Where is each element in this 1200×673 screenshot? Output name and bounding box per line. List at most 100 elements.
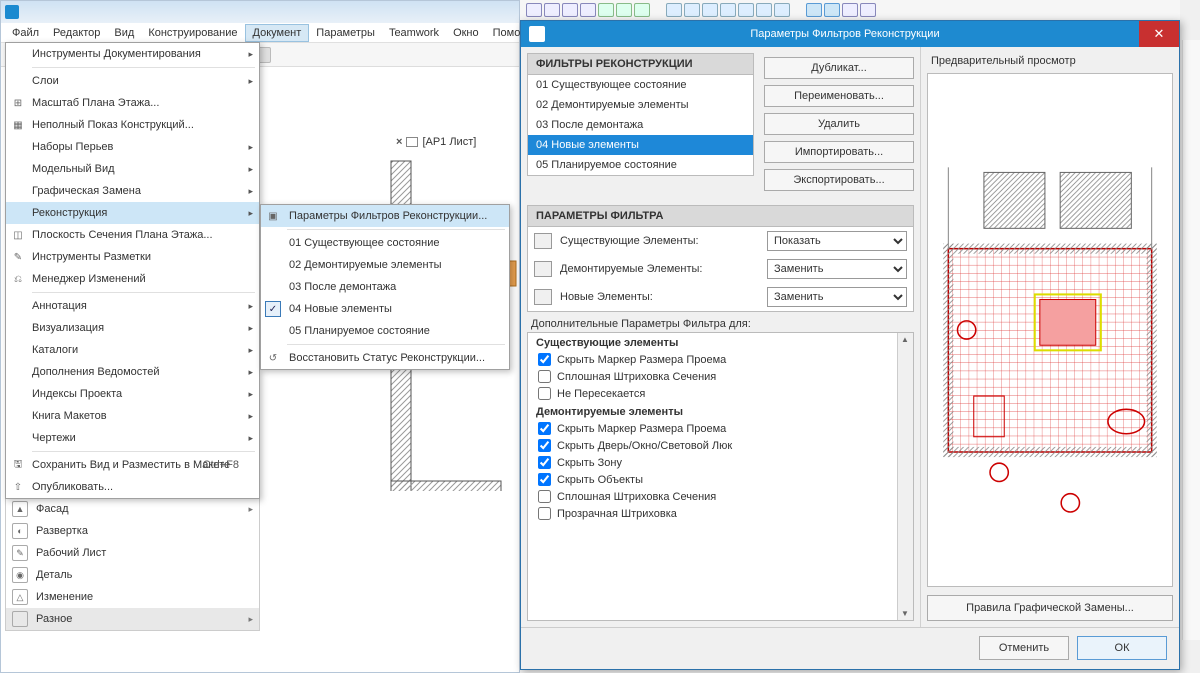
- menu-item[interactable]: Визуализация: [6, 317, 259, 339]
- menu-редактор[interactable]: Редактор: [46, 25, 107, 41]
- menu-окно[interactable]: Окно: [446, 25, 486, 41]
- check-row[interactable]: Скрыть Маркер Размера Проема: [528, 420, 913, 437]
- menu-документ[interactable]: Документ: [245, 24, 310, 42]
- menu-item[interactable]: ⇧Опубликовать...: [6, 476, 259, 498]
- menu-item[interactable]: Каталоги: [6, 339, 259, 361]
- menu-teamwork[interactable]: Teamwork: [382, 25, 446, 41]
- checkbox[interactable]: [538, 353, 551, 366]
- param-select[interactable]: Заменить: [767, 259, 907, 279]
- checkbox[interactable]: [538, 422, 551, 435]
- filter-action-button[interactable]: Удалить: [764, 113, 914, 135]
- cancel-button[interactable]: Отменить: [979, 636, 1069, 660]
- submenu-item[interactable]: 01 Существующее состояние: [261, 232, 509, 254]
- tool-icon[interactable]: [720, 3, 736, 17]
- tool-icon[interactable]: [702, 3, 718, 17]
- filter-row[interactable]: 05 Планируемое состояние: [528, 155, 753, 175]
- tool-icon[interactable]: [598, 3, 614, 17]
- tool-icon[interactable]: [544, 3, 560, 17]
- submenu-item[interactable]: 05 Планируемое состояние: [261, 320, 509, 342]
- check-list[interactable]: Существующие элементыСкрыть Маркер Разме…: [527, 332, 914, 621]
- filter-row[interactable]: 01 Существующее состояние: [528, 75, 753, 95]
- filter-action-button[interactable]: Импортировать...: [764, 141, 914, 163]
- menu-item[interactable]: ◫Плоскость Сечения Плана Этажа...: [6, 224, 259, 246]
- nav-item[interactable]: Разное▸: [6, 608, 259, 630]
- menu-item[interactable]: Графическая Замена: [6, 180, 259, 202]
- checkbox[interactable]: [538, 456, 551, 469]
- check-row[interactable]: Скрыть Дверь/Окно/Световой Люк: [528, 437, 913, 454]
- tool-icon[interactable]: [806, 3, 822, 17]
- submenu-item[interactable]: ↺Восстановить Статус Реконструкции...: [261, 347, 509, 369]
- submenu-item[interactable]: ▣Параметры Фильтров Реконструкции...: [261, 205, 509, 227]
- menu-конструирование[interactable]: Конструирование: [141, 25, 244, 41]
- menu-item[interactable]: ⊞Масштаб Плана Этажа...: [6, 92, 259, 114]
- submenu-item[interactable]: ✓04 Новые элементы: [261, 298, 509, 320]
- document-menu[interactable]: Инструменты Документирования Слои⊞Масштаб…: [5, 42, 260, 499]
- check-row[interactable]: Сплошная Штриховка Сечения: [528, 488, 913, 505]
- tool-icon[interactable]: [562, 3, 578, 17]
- nav-item[interactable]: ✎Рабочий Лист: [6, 542, 259, 564]
- menu-item[interactable]: Модельный Вид: [6, 158, 259, 180]
- menu-item[interactable]: Дополнения Ведомостей: [6, 361, 259, 383]
- checkbox[interactable]: [538, 490, 551, 503]
- checkbox[interactable]: [538, 439, 551, 452]
- menu-item[interactable]: Книга Макетов: [6, 405, 259, 427]
- tool-icon[interactable]: [756, 3, 772, 17]
- filter-list[interactable]: 01 Существующее состояние02 Демонтируемы…: [527, 75, 754, 176]
- filter-action-button[interactable]: Дубликат...: [764, 57, 914, 79]
- param-select[interactable]: Показать: [767, 231, 907, 251]
- checkbox[interactable]: [538, 387, 551, 400]
- menu-item[interactable]: Аннотация: [6, 295, 259, 317]
- tool-icon[interactable]: [824, 3, 840, 17]
- submenu-item[interactable]: 02 Демонтируемые элементы: [261, 254, 509, 276]
- ok-button[interactable]: ОК: [1077, 636, 1167, 660]
- filter-row[interactable]: 03 После демонтажа: [528, 115, 753, 135]
- param-select[interactable]: Заменить: [767, 287, 907, 307]
- menu-вид[interactable]: Вид: [107, 25, 141, 41]
- tool-icon[interactable]: [684, 3, 700, 17]
- filter-action-button[interactable]: Экспортировать...: [764, 169, 914, 191]
- tool-icon[interactable]: [526, 3, 542, 17]
- filter-row[interactable]: 02 Демонтируемые элементы: [528, 95, 753, 115]
- checkbox[interactable]: [538, 473, 551, 486]
- checkbox[interactable]: [538, 370, 551, 383]
- filter-row[interactable]: 04 Новые элементы: [528, 135, 753, 155]
- menu-item[interactable]: Слои: [6, 70, 259, 92]
- check-row[interactable]: Скрыть Объекты: [528, 471, 913, 488]
- checkbox[interactable]: [538, 507, 551, 520]
- close-button[interactable]: ✕: [1139, 21, 1179, 47]
- menu-параметры[interactable]: Параметры: [309, 25, 382, 41]
- menu-item[interactable]: ⎌Менеджер Изменений: [6, 268, 259, 290]
- check-row[interactable]: Скрыть Маркер Размера Проема: [528, 351, 913, 368]
- rules-button[interactable]: Правила Графической Замены...: [927, 595, 1173, 621]
- menu-item[interactable]: Чертежи: [6, 427, 259, 449]
- nav-item[interactable]: ▲Фасад▸: [6, 498, 259, 520]
- tool-icon[interactable]: [616, 3, 632, 17]
- menu-item[interactable]: 🖫Сохранить Вид и Разместить в МакетеCtrl…: [6, 454, 259, 476]
- menu-item[interactable]: Индексы Проекта: [6, 383, 259, 405]
- check-row[interactable]: Скрыть Зону: [528, 454, 913, 471]
- menu-item[interactable]: ▦Неполный Показ Конструкций...: [6, 114, 259, 136]
- nav-item[interactable]: △Изменение: [6, 586, 259, 608]
- tool-icon[interactable]: [666, 3, 682, 17]
- nav-item[interactable]: ◉Деталь: [6, 564, 259, 586]
- menu-item[interactable]: Реконструкция: [6, 202, 259, 224]
- check-row[interactable]: Не Пересекается: [528, 385, 913, 402]
- tool-icon[interactable]: [774, 3, 790, 17]
- tool-icon[interactable]: [580, 3, 596, 17]
- check-row[interactable]: Прозрачная Штриховка: [528, 505, 913, 522]
- tool-icon[interactable]: [738, 3, 754, 17]
- menubar[interactable]: ФайлРедакторВидКонструированиеДокументПа…: [1, 23, 519, 43]
- check-row[interactable]: Сплошная Штриховка Сечения: [528, 368, 913, 385]
- menu-item[interactable]: Инструменты Документирования: [6, 43, 259, 65]
- nav-item[interactable]: ◐Развертка: [6, 520, 259, 542]
- menu-item[interactable]: ✎Инструменты Разметки: [6, 246, 259, 268]
- menu-item[interactable]: Наборы Перьев: [6, 136, 259, 158]
- reconstruction-submenu[interactable]: ▣Параметры Фильтров Реконструкции... 01 С…: [260, 204, 510, 370]
- tool-icon[interactable]: [842, 3, 858, 17]
- tool-icon[interactable]: [860, 3, 876, 17]
- tool-icon[interactable]: [634, 3, 650, 17]
- menu-файл[interactable]: Файл: [5, 25, 46, 41]
- filter-action-button[interactable]: Переименовать...: [764, 85, 914, 107]
- submenu-item[interactable]: 03 После демонтажа: [261, 276, 509, 298]
- scrollbar[interactable]: [897, 333, 913, 620]
